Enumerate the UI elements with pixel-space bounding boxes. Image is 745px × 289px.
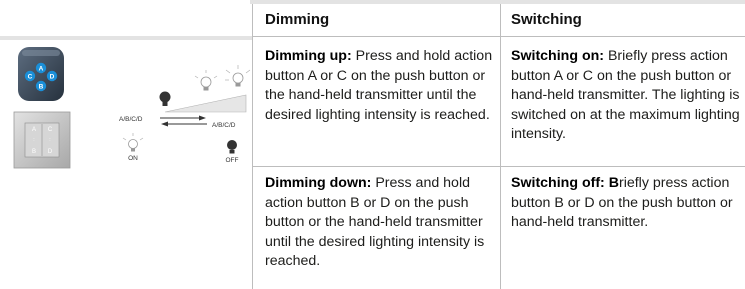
column-divider-left — [252, 4, 253, 289]
remote-icon: A C D B — [18, 47, 64, 101]
svg-text::: : — [33, 137, 34, 143]
header-switching: Switching — [511, 11, 582, 28]
intensity-wedge — [164, 94, 247, 113]
remote-label-c: C — [28, 73, 33, 80]
cell-title: Dimming up: — [265, 48, 352, 64]
dimming-illustration: A C D B A C B D : : A/B/C/D A/B/C/D ON O… — [13, 47, 251, 169]
switch-label-d: D — [48, 149, 53, 155]
header-divider — [252, 36, 745, 37]
dim-down-arrow — [161, 121, 207, 127]
remote-label-a: A — [39, 65, 44, 72]
cell-switching-off: Switching off: Briefly press action butt… — [511, 174, 741, 233]
header-bar — [250, 0, 745, 4]
dim-up-arrow — [160, 115, 206, 121]
cell-switching-on: Switching on: Briefly press action butto… — [511, 47, 741, 145]
arrow-up-label: A/B/C/D — [119, 116, 143, 123]
switch-label-a: A — [32, 127, 36, 133]
cell-title: Dimming down: — [265, 175, 372, 191]
push-button-switch-icon: A C B D : : — [13, 111, 71, 169]
bulb-bright-icon — [225, 65, 251, 87]
page: Dimming Switching Dimming up: Press and … — [0, 0, 745, 289]
arrow-down-label: A/B/C/D — [212, 122, 236, 129]
switch-label-b: B — [32, 149, 36, 155]
row-divider — [252, 166, 745, 167]
remote-label-d: D — [50, 73, 55, 80]
svg-text::: : — [49, 137, 50, 143]
off-label: OFF — [226, 157, 239, 164]
bulb-dark-icon — [159, 91, 171, 106]
cell-title: Switching on: — [511, 48, 604, 64]
on-label: ON — [128, 155, 138, 162]
header-dimming: Dimming — [265, 11, 330, 28]
column-divider-right — [500, 4, 501, 289]
remote-label-b: B — [39, 83, 44, 90]
bulb-off-icon — [227, 140, 237, 154]
bulb-dim-icon — [194, 70, 218, 91]
cell-dimming-down: Dimming down: Press and hold action butt… — [265, 174, 493, 272]
switch-label-c: C — [48, 127, 53, 133]
cell-dimming-up: Dimming up: Press and hold action button… — [265, 47, 493, 125]
cell-title: Switching off: B — [511, 175, 619, 191]
bulb-on-icon — [122, 133, 144, 152]
